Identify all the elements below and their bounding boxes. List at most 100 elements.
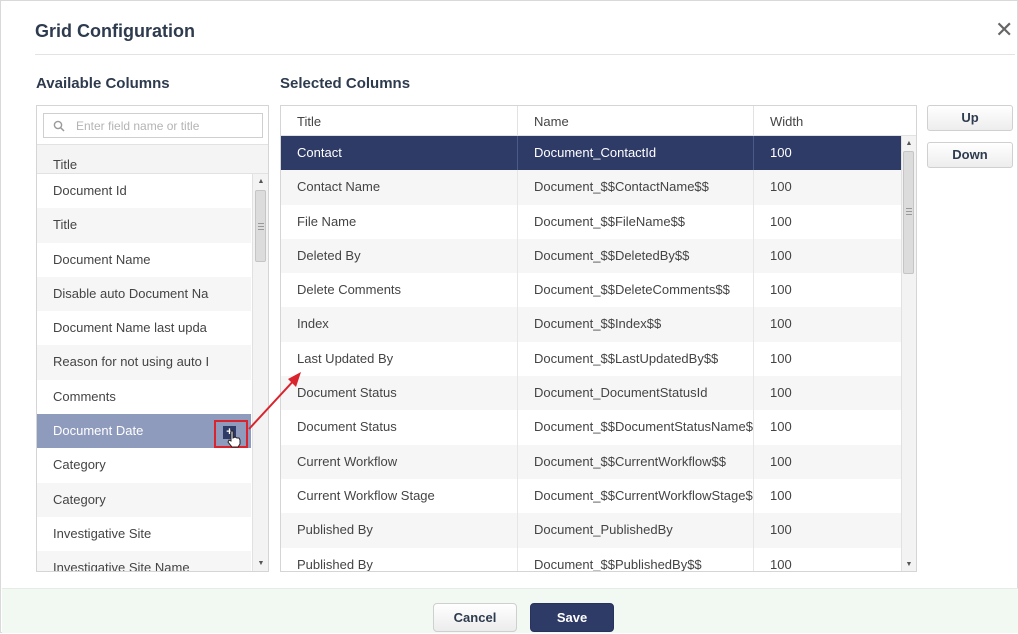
save-button[interactable]: Save bbox=[530, 603, 614, 632]
column-header-name[interactable]: Name bbox=[518, 106, 754, 136]
scroll-down-arrow-icon[interactable]: ▼ bbox=[253, 558, 268, 570]
search-box bbox=[43, 113, 263, 138]
grid-row[interactable]: Last Updated By Document_$$LastUpdatedBy$… bbox=[281, 341, 901, 377]
available-column-item[interactable]: Category bbox=[37, 482, 251, 517]
cell-title: Last Updated By bbox=[281, 341, 518, 377]
scrollbar-thumb[interactable] bbox=[903, 151, 914, 274]
cell-title: Document Status bbox=[281, 376, 518, 411]
available-column-item[interactable]: Title bbox=[37, 208, 251, 243]
cell-width: 100 bbox=[770, 179, 792, 195]
cell-name: Document_$$Index$$ bbox=[518, 307, 754, 342]
grid-row[interactable]: Contact Document_ContactId 100 bbox=[281, 136, 901, 171]
grid-row[interactable]: Document Status Document_$$DocumentStatus… bbox=[281, 410, 901, 445]
grid-row[interactable]: Index Document_$$Index$$ 100 bbox=[281, 307, 901, 342]
cell-width: 100 bbox=[770, 316, 792, 332]
hand-pointer-icon bbox=[227, 430, 241, 448]
column-header-title[interactable]: Title bbox=[281, 106, 518, 136]
cell-name: Document_$$LastUpdatedBy$$ bbox=[518, 341, 754, 377]
cell-name: Document_$$DeletedBy$$ bbox=[518, 238, 754, 274]
available-column-label: Disable auto Document Na bbox=[53, 285, 209, 301]
grid-body: Contact Document_ContactId 100 Contact Name… bbox=[281, 136, 901, 572]
available-column-item[interactable]: Comments bbox=[37, 380, 251, 414]
available-column-label: Comments bbox=[53, 388, 116, 404]
cell-title: Deleted By bbox=[281, 238, 518, 274]
selected-columns-label: Selected Columns bbox=[280, 75, 411, 92]
grid-row[interactable]: Delete Comments Document_$$DeleteComments… bbox=[281, 273, 901, 308]
cell-width: 100 bbox=[770, 453, 792, 469]
available-column-label: Category bbox=[53, 457, 106, 473]
scrollbar-thumb[interactable] bbox=[255, 190, 266, 262]
available-column-label: Document Id bbox=[53, 183, 127, 198]
search-icon bbox=[53, 120, 65, 132]
cell-title: Document Status bbox=[281, 410, 518, 445]
cell-width: 100 bbox=[770, 419, 792, 435]
grid-row[interactable]: Current Workflow Document_$$CurrentWorkfl… bbox=[281, 444, 901, 479]
cell-name: Document_ContactId bbox=[518, 136, 754, 171]
available-column-item[interactable]: Document Date + bbox=[37, 414, 251, 449]
grid-row[interactable]: Published By Document_$$PublishedBy$$ 100 bbox=[281, 547, 901, 572]
available-column-item[interactable]: Disable auto Document Na bbox=[37, 276, 251, 312]
scroll-up-arrow-icon[interactable]: ▲ bbox=[253, 176, 268, 188]
available-column-item[interactable]: Category bbox=[37, 448, 251, 482]
available-columns-label: Available Columns bbox=[36, 75, 170, 92]
cell-width: 100 bbox=[770, 213, 792, 229]
cell-width: 100 bbox=[770, 350, 792, 366]
add-column-button[interactable]: + bbox=[214, 420, 248, 449]
cell-name: Document_$$CurrentWorkflow$$ bbox=[518, 444, 754, 479]
cell-title: Current Workflow Stage bbox=[281, 478, 518, 514]
thumb-grip bbox=[258, 226, 264, 227]
close-icon[interactable]: ✕ bbox=[995, 19, 1013, 41]
cell-width: 100 bbox=[770, 385, 792, 401]
grid-header: Title Name Width bbox=[281, 106, 916, 136]
available-column-label: Document Name bbox=[53, 251, 151, 267]
move-up-button[interactable]: Up bbox=[927, 105, 1013, 131]
available-columns-list: Document Id Title Document Name Disable aut… bbox=[37, 174, 251, 572]
cell-width: 100 bbox=[770, 247, 792, 263]
available-column-item[interactable]: Document Name last upda bbox=[37, 311, 251, 345]
cancel-button[interactable]: Cancel bbox=[433, 603, 517, 632]
cell-name: Document_DocumentStatusId bbox=[518, 376, 754, 411]
scroll-down-arrow-icon[interactable]: ▼ bbox=[902, 559, 916, 571]
available-list-scrollbar[interactable]: ▲ ▼ bbox=[252, 174, 268, 571]
available-column-label: Investigative Site bbox=[53, 525, 152, 541]
grid-row[interactable]: Deleted By Document_$$DeletedBy$$ 100 bbox=[281, 238, 901, 274]
grid-row[interactable]: Current Workflow Stage Document_$$Current… bbox=[281, 478, 901, 514]
available-column-label: Category bbox=[53, 491, 106, 507]
cell-name: Document_PublishedBy bbox=[518, 513, 754, 548]
thumb-grip bbox=[906, 214, 912, 215]
scroll-up-arrow-icon[interactable]: ▲ bbox=[902, 138, 916, 150]
available-column-label: Document Name last upda bbox=[53, 320, 207, 336]
available-column-item[interactable]: Document Name bbox=[37, 243, 251, 277]
grid-row[interactable]: File Name Document_$$FileName$$ 100 bbox=[281, 204, 901, 239]
grid-scrollbar[interactable]: ▲ ▼ bbox=[901, 136, 916, 571]
cell-name: Document_$$ContactName$$ bbox=[518, 170, 754, 205]
available-column-label: Document Date bbox=[53, 423, 144, 439]
column-header-width[interactable]: Width bbox=[754, 106, 916, 136]
available-column-item[interactable]: Investigative Site bbox=[37, 517, 251, 551]
thumb-grip bbox=[258, 229, 264, 230]
available-column-label: Reason for not using auto I bbox=[53, 354, 210, 370]
grid-row[interactable]: Contact Name Document_$$ContactName$$ 100 bbox=[281, 170, 901, 205]
cell-name: Document_$$PublishedBy$$ bbox=[518, 547, 754, 571]
move-down-button[interactable]: Down bbox=[927, 142, 1013, 168]
available-column-item[interactable]: Reason for not using auto I bbox=[37, 345, 251, 380]
available-column-label: Investigative Site Name bbox=[53, 560, 190, 572]
dialog-title: Grid Configuration bbox=[35, 21, 195, 41]
title-divider bbox=[35, 54, 1015, 55]
grid-row[interactable]: Published By Document_PublishedBy 100 bbox=[281, 513, 901, 548]
cell-title: Index bbox=[281, 307, 518, 342]
cell-title: File Name bbox=[281, 204, 518, 239]
available-column-label: Title bbox=[53, 217, 78, 233]
cell-width: 100 bbox=[770, 282, 792, 298]
cell-name: Document_$$FileName$$ bbox=[518, 204, 754, 239]
cell-title: Delete Comments bbox=[281, 273, 518, 308]
cell-name: Document_$$CurrentWorkflowStage$ bbox=[518, 478, 754, 514]
available-column-item[interactable]: Document Id bbox=[37, 174, 251, 208]
search-input[interactable] bbox=[74, 116, 259, 135]
cell-width: 100 bbox=[770, 145, 792, 160]
cell-width: 100 bbox=[770, 556, 792, 572]
available-column-item[interactable]: Investigative Site Name bbox=[37, 551, 251, 572]
grid-row[interactable]: Document Status Document_DocumentStatusId… bbox=[281, 376, 901, 411]
cell-title: Published By bbox=[281, 547, 518, 571]
cell-name: Document_$$DocumentStatusName$ bbox=[518, 410, 754, 445]
